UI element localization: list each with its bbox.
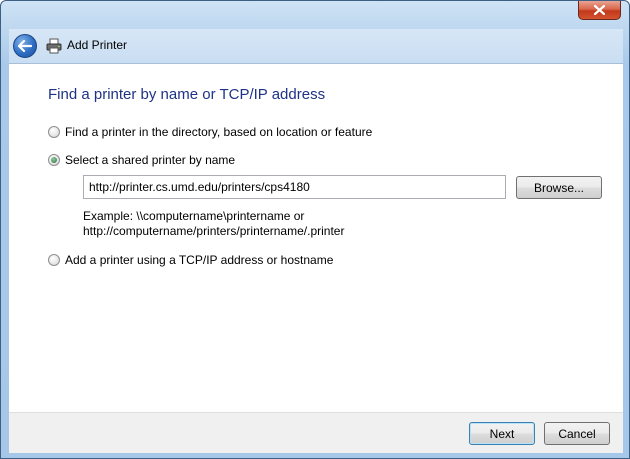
radio-button-tcpip[interactable] <box>48 254 60 266</box>
example-line-2: http://computername/printers/printername… <box>83 224 345 238</box>
radio-label-directory: Find a printer in the directory, based o… <box>65 125 373 139</box>
radio-option-shared-printer[interactable]: Select a shared printer by name <box>48 153 235 167</box>
back-button[interactable] <box>13 34 37 58</box>
wizard-title: Add Printer <box>67 38 128 52</box>
example-text: Example: \\computername\printername or h… <box>83 209 344 239</box>
add-printer-window: Add Printer Find a printer by name or TC… <box>0 0 630 459</box>
printer-path-input[interactable] <box>83 175 506 199</box>
radio-label-tcpip: Add a printer using a TCP/IP address or … <box>65 253 334 267</box>
radio-option-tcpip[interactable]: Add a printer using a TCP/IP address or … <box>48 253 333 267</box>
wizard-content: Find a printer by name or TCP/IP address… <box>9 64 623 412</box>
wizard-footer: Next Cancel <box>9 412 623 453</box>
cancel-button[interactable]: Cancel <box>544 422 610 445</box>
example-line-1: Example: \\computername\printername or <box>83 209 305 223</box>
printer-icon <box>46 38 62 54</box>
back-arrow-icon <box>18 40 32 52</box>
close-icon <box>594 5 605 15</box>
radio-option-directory[interactable]: Find a printer in the directory, based o… <box>48 125 372 139</box>
page-heading: Find a printer by name or TCP/IP address <box>48 86 326 103</box>
radio-label-shared-printer: Select a shared printer by name <box>65 153 236 167</box>
close-button[interactable] <box>578 1 621 20</box>
wizard-header: Add Printer <box>9 29 623 64</box>
browse-button[interactable]: Browse... <box>516 176 602 199</box>
title-bar[interactable] <box>1 1 629 29</box>
radio-button-directory[interactable] <box>48 126 60 138</box>
radio-button-shared-printer[interactable] <box>48 154 60 166</box>
next-button[interactable]: Next <box>469 422 535 445</box>
